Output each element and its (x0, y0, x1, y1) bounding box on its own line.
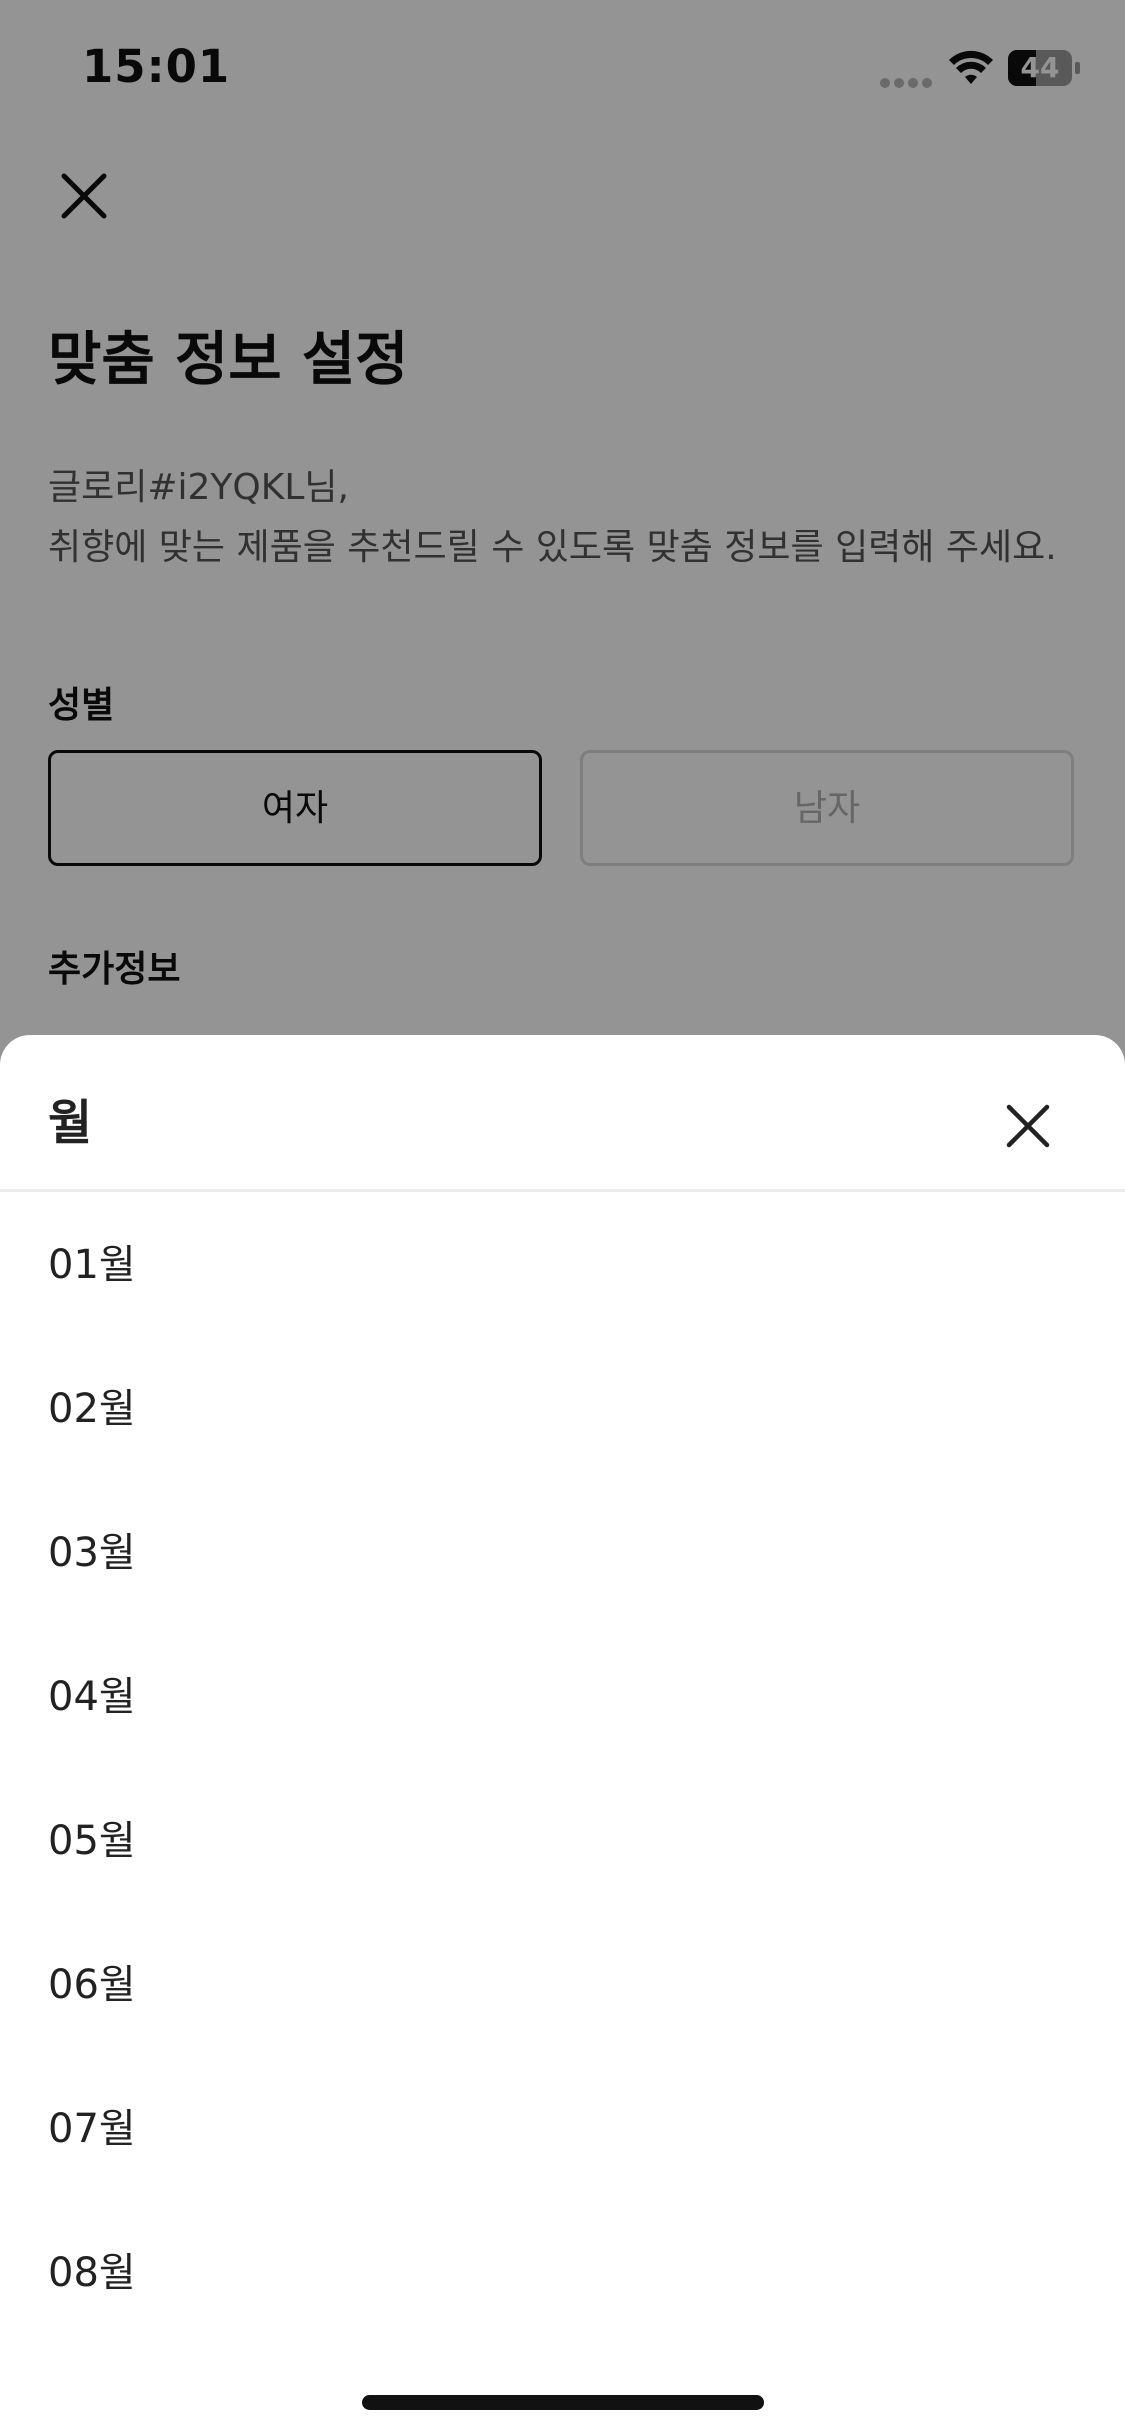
month-label: 08월 (48, 2250, 136, 2296)
month-label: 03월 (48, 1530, 136, 1576)
sheet-header: 월 (0, 1035, 1125, 1192)
sheet-close-icon[interactable] (1003, 1101, 1053, 1151)
month-option[interactable]: 07월 (0, 2056, 1125, 2200)
month-list: 01월 02월 03월 04월 05월 06월 07월 08월 (0, 1192, 1125, 2344)
month-label: 05월 (48, 1818, 136, 1864)
month-option[interactable]: 01월 (0, 1192, 1125, 1336)
month-option[interactable]: 04월 (0, 1624, 1125, 1768)
month-option[interactable]: 02월 (0, 1336, 1125, 1480)
month-label: 06월 (48, 1962, 136, 2008)
month-label: 01월 (48, 1242, 136, 1288)
home-indicator[interactable] (362, 2395, 764, 2410)
month-option[interactable]: 03월 (0, 1480, 1125, 1624)
month-picker-sheet: 월 01월 02월 03월 04월 05월 06월 07월 08월 (0, 1035, 1125, 2436)
month-label: 04월 (48, 1674, 136, 1720)
month-option[interactable]: 05월 (0, 1768, 1125, 1912)
month-option[interactable]: 06월 (0, 1912, 1125, 2056)
month-label: 07월 (48, 2106, 136, 2152)
month-option[interactable]: 08월 (0, 2200, 1125, 2344)
month-label: 02월 (48, 1386, 136, 1432)
sheet-title: 월 (48, 1095, 93, 1151)
screen: 15:01 44 맞춤 정보 설정 글로리#i2YQKL님, 취향에 맞는 제품… (0, 0, 1125, 2436)
